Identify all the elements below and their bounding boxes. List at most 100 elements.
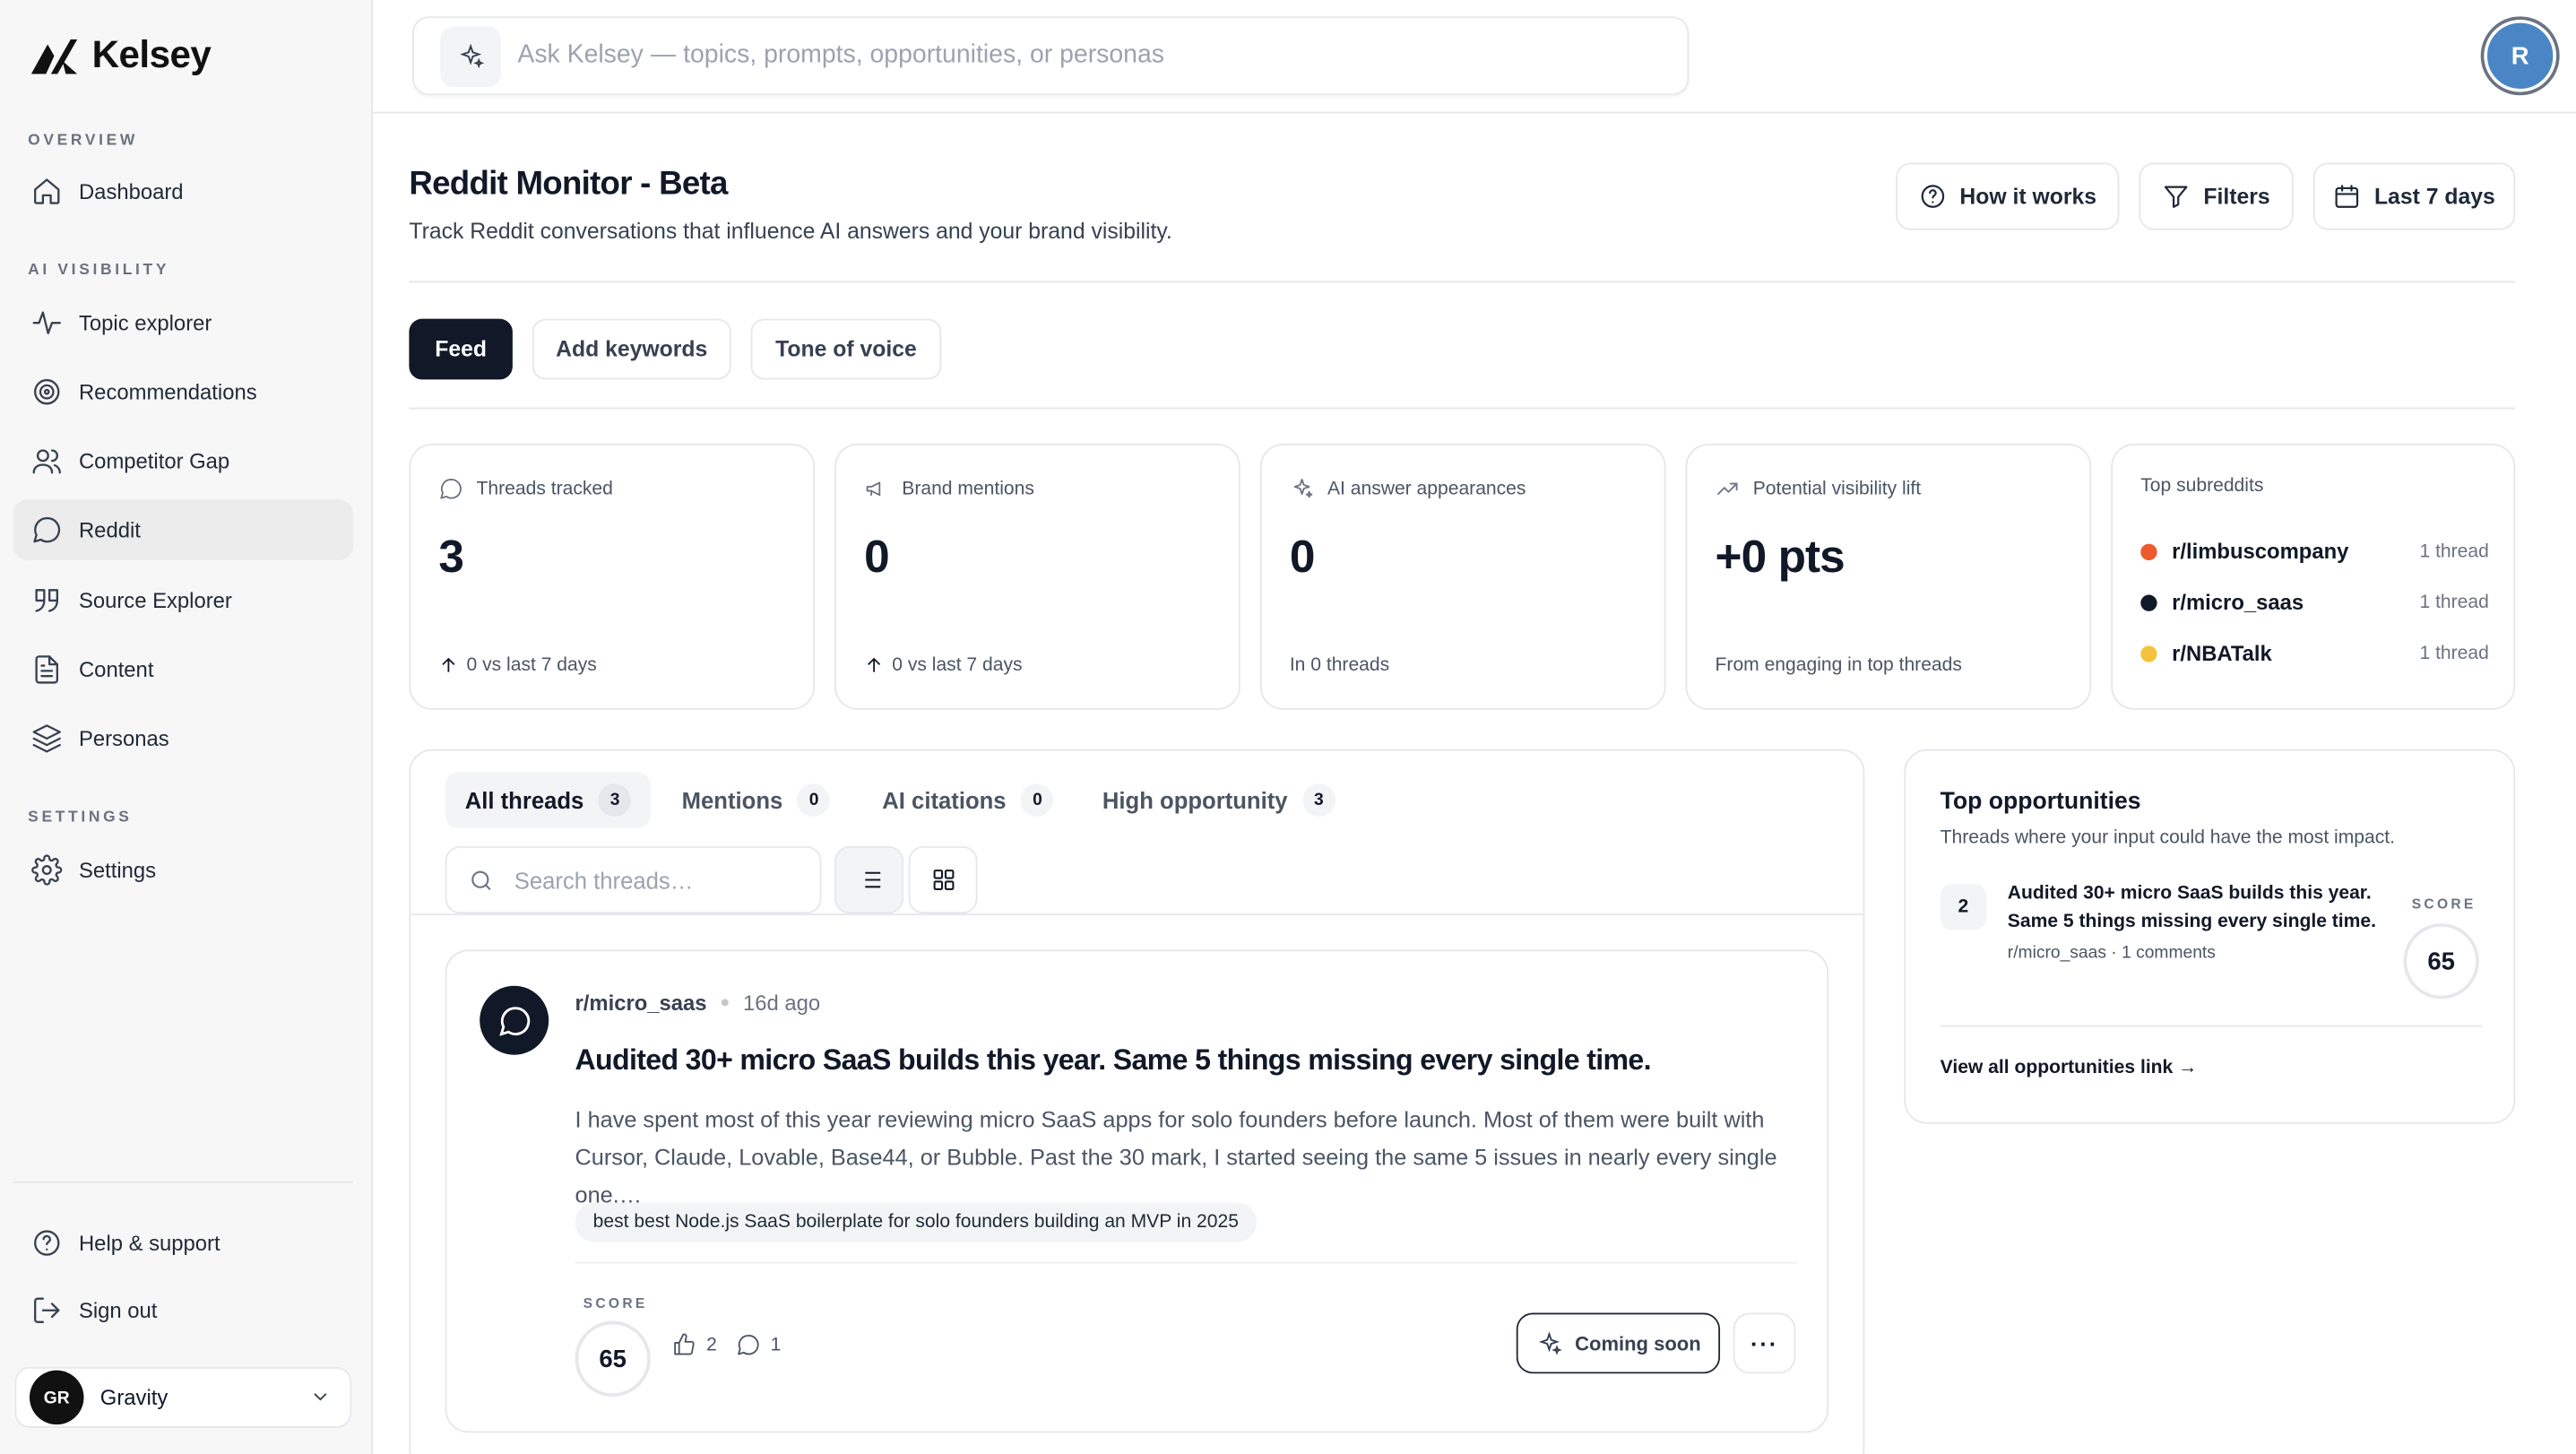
help-circle-icon xyxy=(34,1230,60,1256)
sidebar: Kelsey OVERVIEW Dashboard AI VISIBILITY … xyxy=(0,0,374,1454)
stat-value: +0 pts xyxy=(1715,531,1846,582)
workspace-switcher[interactable]: GR Gravity xyxy=(14,1366,352,1428)
tab-feed[interactable]: Feed xyxy=(409,318,513,380)
document-icon xyxy=(35,655,59,684)
stat-value: 3 xyxy=(438,531,464,582)
score-label: SCORE xyxy=(583,1294,648,1311)
stat-label: Brand mentions xyxy=(902,479,1034,499)
opportunity-rank: 2 xyxy=(1940,884,1986,930)
help-support-link[interactable]: Help & support xyxy=(13,1213,353,1274)
stat-footnote: 0 vs last 7 days xyxy=(864,655,1023,676)
stat-label: Threads tracked xyxy=(476,479,613,499)
stat-head: Threads tracked xyxy=(438,477,613,501)
tab-label: High opportunity xyxy=(1102,786,1288,814)
thread-card[interactable]: r/micro_saas ● 16d ago Audited 30+ micro… xyxy=(445,949,1829,1433)
sidebar-item-recommendations[interactable]: Recommendations xyxy=(13,361,353,422)
thread-keyword-tag: best best Node.js SaaS boilerplate for s… xyxy=(575,1202,1258,1242)
subreddit-count: 1 thread xyxy=(2419,643,2489,663)
stat-footnote: From engaging in top threads xyxy=(1715,655,1962,676)
subreddit-row[interactable]: r/limbuscompany 1 thread xyxy=(2140,539,2489,564)
sparkle-icon xyxy=(1293,479,1313,498)
sidebar-item-personas[interactable]: Personas xyxy=(13,708,353,769)
tab-all-threads[interactable]: All threads 3 xyxy=(445,772,652,828)
stat-foot-text: 0 vs last 7 days xyxy=(892,655,1023,676)
sparkle-icon xyxy=(460,42,485,68)
tab-count: 3 xyxy=(598,783,632,817)
user-avatar[interactable]: R xyxy=(2484,19,2556,92)
grid-view-button[interactable] xyxy=(908,845,978,914)
sign-out-label: Sign out xyxy=(78,1297,158,1323)
help-circle-icon xyxy=(1921,185,1944,208)
sidebar-item-settings[interactable]: Settings xyxy=(13,840,353,901)
thread-divider xyxy=(575,1261,1798,1264)
ask-kelsey-input[interactable]: Ask Kelsey — topics, prompts, opportunit… xyxy=(412,16,1690,96)
sidebar-item-label: Topic explorer xyxy=(78,310,212,335)
topbar: Ask Kelsey — topics, prompts, opportunit… xyxy=(373,0,2576,114)
section-label-settings: SETTINGS xyxy=(28,808,133,827)
more-options-button[interactable]: ··· xyxy=(1733,1312,1796,1374)
stat-label: Potential visibility lift xyxy=(1752,479,1922,499)
list-view-button[interactable] xyxy=(834,845,904,914)
megaphone-icon xyxy=(866,481,881,497)
thread-avatar xyxy=(480,985,549,1055)
header-divider xyxy=(409,281,2516,283)
search-icon xyxy=(471,870,491,890)
upvotes-stat: 2 xyxy=(672,1332,717,1356)
stat-head: AI answer appearances xyxy=(1290,477,1526,501)
opportunities-divider xyxy=(1940,1025,2483,1027)
search-threads-input[interactable]: Search threads… xyxy=(445,845,822,914)
sidebar-item-topic-explorer[interactable]: Topic explorer xyxy=(13,292,353,353)
subreddit-row[interactable]: r/NBATalk 1 thread xyxy=(2140,641,2489,665)
view-all-opportunities-link[interactable]: View all opportunities link → xyxy=(1941,1058,2198,1078)
subreddit-color-dot xyxy=(2140,593,2157,610)
sidebar-item-content[interactable]: Content xyxy=(13,639,353,700)
calendar-icon xyxy=(2335,185,2359,208)
coming-soon-label: Coming soon xyxy=(1575,1331,1701,1355)
sidebar-item-competitor-gap[interactable]: Competitor Gap xyxy=(13,430,353,491)
tab-tone-of-voice[interactable]: Tone of voice xyxy=(750,318,942,380)
sidebar-item-label: Recommendations xyxy=(78,379,257,404)
stat-value: 0 xyxy=(864,531,890,582)
thread-excerpt: I have spent most of this year reviewing… xyxy=(575,1107,1777,1208)
thread-subreddit[interactable]: r/micro_saas xyxy=(575,991,707,1015)
tab-mentions[interactable]: Mentions 0 xyxy=(662,772,851,827)
coming-soon-button[interactable]: Coming soon xyxy=(1516,1312,1721,1374)
tab-count: 3 xyxy=(1302,783,1336,817)
thumbs-up-icon xyxy=(674,1333,695,1355)
opportunity-thread-title[interactable]: Audited 30+ micro SaaS builds this year.… xyxy=(2008,880,2377,936)
ask-placeholder: Ask Kelsey — topics, prompts, opportunit… xyxy=(517,40,1165,69)
stat-card-mentions: Brand mentions 0 0 vs last 7 days xyxy=(834,443,1240,710)
thread-title[interactable]: Audited 30+ micro SaaS builds this year.… xyxy=(575,1043,1652,1078)
app-name: Kelsey xyxy=(91,32,212,76)
comments-count: 1 xyxy=(770,1335,782,1355)
sign-out-link[interactable]: Sign out xyxy=(13,1280,353,1341)
chat-icon xyxy=(440,479,462,499)
tab-high-opportunity[interactable]: High opportunity 3 xyxy=(1083,772,1355,827)
sidebar-item-reddit[interactable]: Reddit xyxy=(13,499,354,561)
gear-icon xyxy=(31,854,63,886)
tab-add-keywords[interactable]: Add keywords xyxy=(532,318,731,380)
how-it-works-button[interactable]: How it works xyxy=(1896,162,2120,230)
subreddit-row[interactable]: r/micro_saas 1 thread xyxy=(2140,590,2489,615)
users-icon xyxy=(32,449,61,474)
tab-ai-citations[interactable]: AI citations 0 xyxy=(862,772,1073,827)
stat-foot-text: 0 vs last 7 days xyxy=(466,655,597,676)
stat-card-threads: Threads tracked 3 0 vs last 7 days xyxy=(409,443,816,710)
score-label: SCORE xyxy=(2411,895,2477,913)
subreddit-count: 1 thread xyxy=(2419,541,2489,561)
sidebar-item-label: Source Explorer xyxy=(78,588,232,613)
date-range-button[interactable]: Last 7 days xyxy=(2312,162,2516,230)
stat-head: Top subreddits xyxy=(2140,477,2263,497)
upvotes-count: 2 xyxy=(706,1335,717,1355)
logo[interactable]: Kelsey xyxy=(30,32,212,77)
sidebar-item-label: Personas xyxy=(78,726,169,751)
how-it-works-label: How it works xyxy=(1959,184,2097,209)
sidebar-item-dashboard[interactable]: Dashboard xyxy=(13,161,353,222)
subreddit-name: r/micro_saas xyxy=(2172,590,2304,615)
logout-icon xyxy=(34,1297,60,1323)
stat-card-ai-appearances: AI answer appearances 0 In 0 threads xyxy=(1259,443,1666,710)
page-subtitle: Track Reddit conversations that influenc… xyxy=(409,218,1172,244)
filters-button[interactable]: Filters xyxy=(2139,162,2294,230)
sidebar-item-source-explorer[interactable]: Source Explorer xyxy=(13,570,353,631)
stat-value: 0 xyxy=(1289,531,1316,582)
